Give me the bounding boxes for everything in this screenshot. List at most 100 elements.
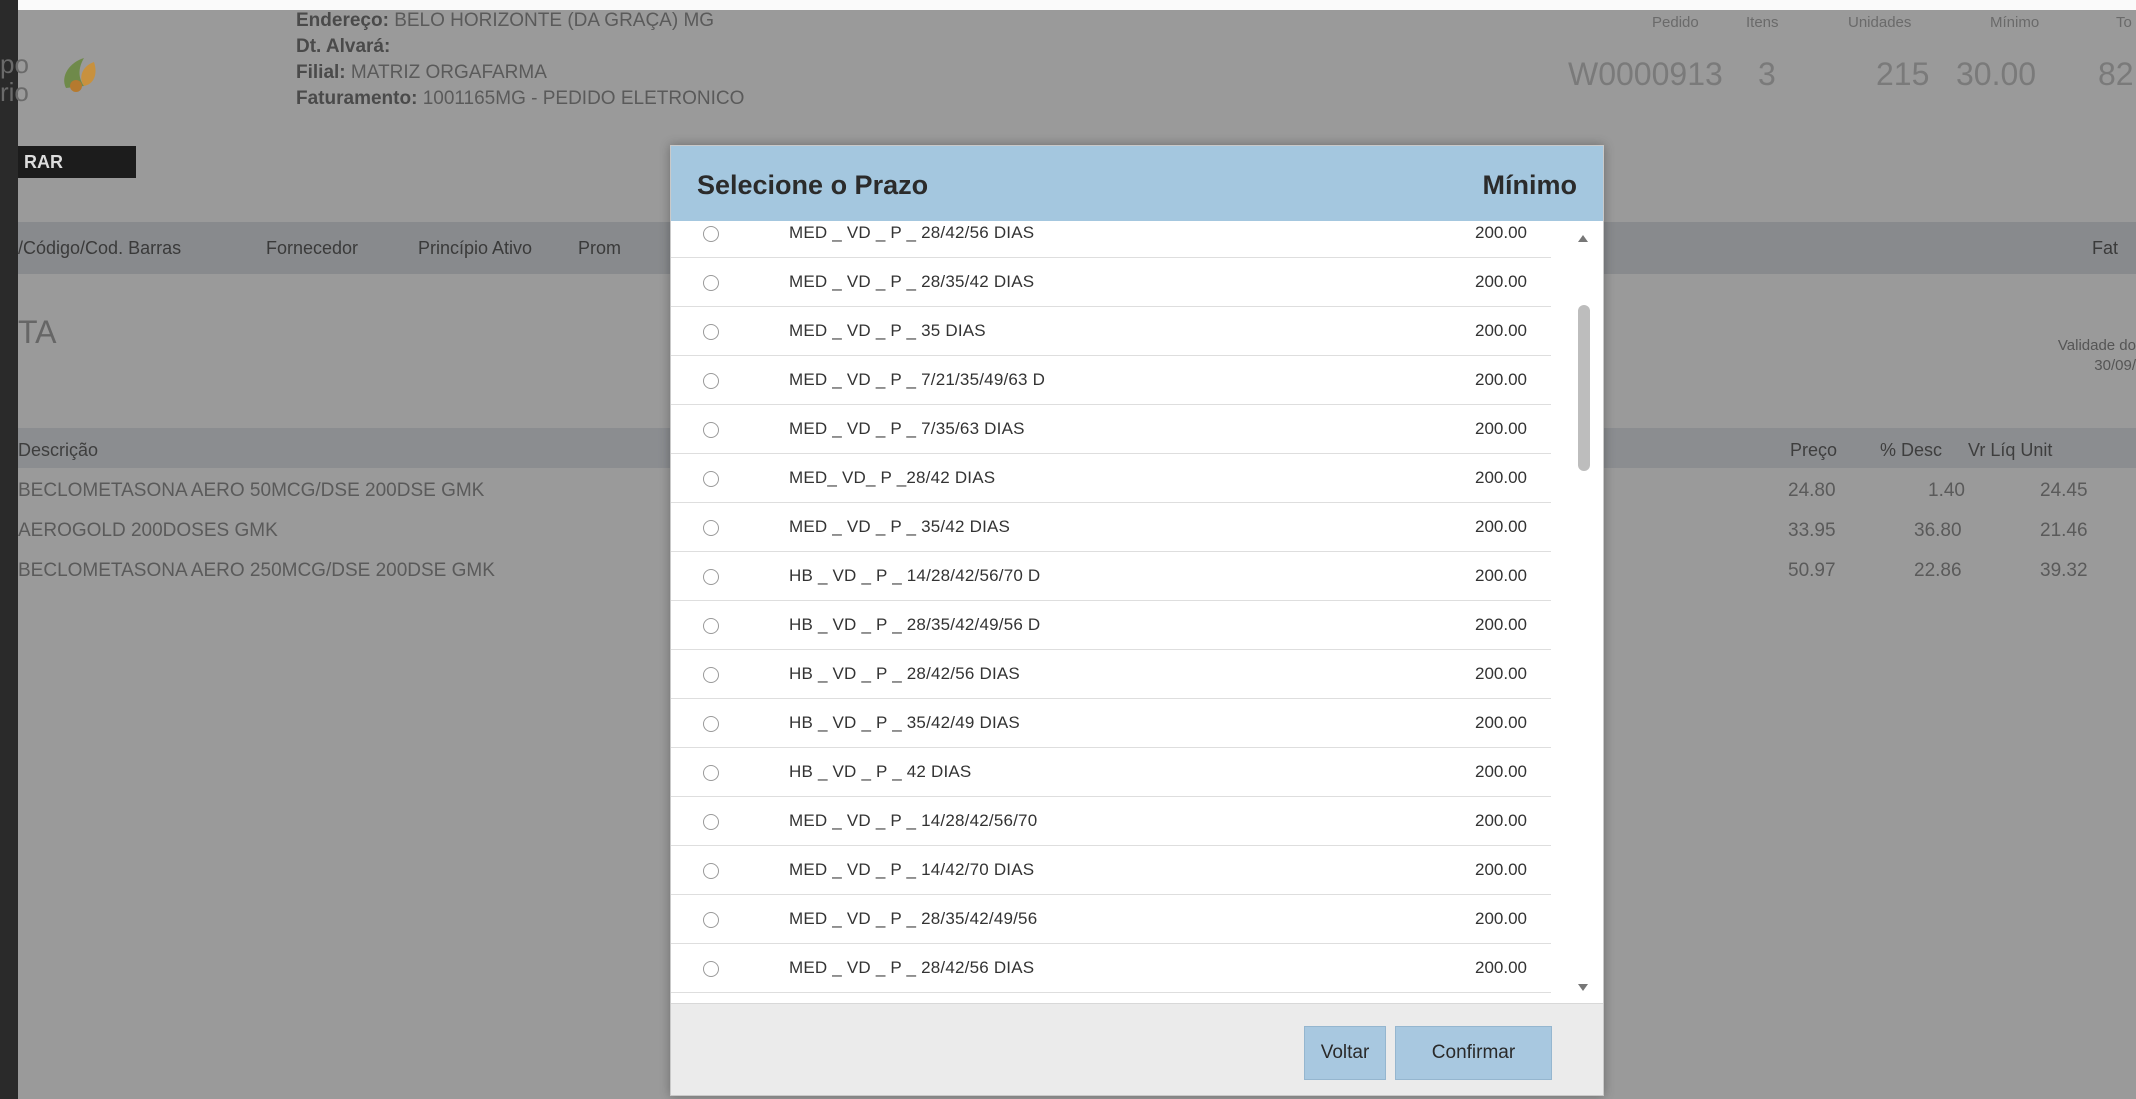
prazo-option-minimo: 200.00 [1475, 566, 1527, 585]
prazo-option[interactable]: HB _ VD _ P _ 28/35/42/49/56 D 200.00 [671, 601, 1551, 650]
summary-unidades: 215 [1876, 56, 1930, 92]
prazo-option[interactable]: MED _ VD _ P _ 35 DIAS 200.00 [671, 307, 1551, 356]
prazo-option-minimo: 200.00 [1475, 615, 1527, 634]
radio-button[interactable] [703, 618, 719, 634]
summary-header-itens: Itens [1746, 14, 1779, 31]
scrollbar[interactable] [1571, 221, 1599, 1003]
prazo-option-minimo: 200.00 [1475, 958, 1527, 977]
prazo-option-label: MED _ VD _ P _ 35 DIAS [789, 321, 986, 340]
radio-button[interactable] [703, 667, 719, 683]
voltar-button[interactable]: Voltar [1304, 1026, 1386, 1080]
summary-header-minimo: Mínimo [1990, 14, 2040, 31]
prazo-option[interactable]: HB _ VD _ P _ 28/42/56 DIAS 200.00 [671, 650, 1551, 699]
row-preco: 24.80 [1788, 480, 1836, 501]
endereco-label: Endereço: [296, 10, 389, 31]
modal-title: Selecione o Prazo [697, 170, 929, 200]
radio-button[interactable] [703, 569, 719, 585]
filial-line: Filial: MATRIZ ORGAFARMA [296, 60, 744, 86]
radio-button[interactable] [703, 373, 719, 389]
prazo-option-label: MED_ VD_ P _28/42 DIAS [789, 468, 996, 487]
row-desc: 22.86 [1914, 560, 1962, 581]
radio-button[interactable] [703, 324, 719, 340]
radio-button[interactable] [703, 471, 719, 487]
prazo-option[interactable]: MED _ VD _ P _ 14/42/70 DIAS 200.00 [671, 846, 1551, 895]
prazo-option-label: MED _ VD _ P _ 7/21/35/49/63 D [789, 370, 1046, 389]
radio-button[interactable] [703, 765, 719, 781]
filial-value: MATRIZ ORGAFARMA [350, 62, 547, 83]
prazo-option-label: MED _ VD _ P _ 28/42/56 DIAS [789, 958, 1035, 977]
validade-line2: 30/09/ [2094, 357, 2136, 374]
prazo-option[interactable]: HB _ VD _ P _ 35/42/49 DIAS 200.00 [671, 699, 1551, 748]
nav-faturamento[interactable]: Fat [2092, 238, 2118, 259]
prazo-option-label: HB _ VD _ P _ 35/42/49 DIAS [789, 713, 1020, 732]
prazo-option[interactable]: MED _ VD _ P _ 28/42/56 DIAS 200.00 [671, 944, 1551, 993]
radio-button[interactable] [703, 863, 719, 879]
radio-button[interactable] [703, 814, 719, 830]
confirmar-button[interactable]: Confirmar [1395, 1026, 1552, 1080]
prazo-option[interactable]: MED _ VD _ P _ 14/28/42/56/70 200.00 [671, 797, 1551, 846]
radio-button[interactable] [703, 422, 719, 438]
summary-header-unidades: Unidades [1848, 14, 1912, 31]
prazo-option-minimo: 200.00 [1475, 664, 1527, 683]
nav-fornecedor[interactable]: Fornecedor [266, 238, 358, 259]
summary-minimo: 30.00 [1956, 56, 2037, 92]
prazo-option-minimo: 200.00 [1475, 517, 1527, 536]
prazo-option-label: HB _ VD _ P _ 28/42/56 DIAS [789, 664, 1020, 683]
validade-label: Validade do 30/09/ [2058, 336, 2136, 376]
summary-itens: 3 [1758, 56, 1776, 92]
faturamento-line: Faturamento: 1001165MG - PEDIDO ELETRONI… [296, 86, 744, 112]
summary-header-total: To [2116, 14, 2132, 31]
radio-button[interactable] [703, 275, 719, 291]
row-preco: 33.95 [1788, 520, 1836, 541]
col-desc: % Desc [1880, 440, 1943, 460]
prazo-option[interactable]: MED _ VD _ P _ 28/35/42 DIAS 200.00 [671, 258, 1551, 307]
radio-button[interactable] [703, 961, 719, 977]
summary-pedido: W0000913 [1568, 56, 1723, 92]
prazo-option-label: MED _ VD _ P _ 14/42/70 DIAS [789, 860, 1035, 879]
prazo-option-minimo: 200.00 [1475, 370, 1527, 389]
comprar-button[interactable]: RAR [18, 146, 136, 178]
scroll-down-arrow-icon[interactable] [1578, 984, 1588, 991]
prazo-option[interactable]: HB _ VD _ P _ 42 DIAS 200.00 [671, 748, 1551, 797]
prazo-option[interactable]: MED _ VD _ P _ 21/28/35/42/49200.00 [671, 993, 1551, 1003]
faturamento-label: Faturamento: [296, 88, 418, 109]
scroll-thumb[interactable] [1578, 305, 1590, 471]
filial-label: Filial: [296, 62, 346, 83]
prazo-option[interactable]: MED _ VD _ P _ 7/21/35/49/63 D 200.00 [671, 356, 1551, 405]
prazo-option-minimo: 200.00 [1475, 762, 1527, 781]
col-vlr: Vr Líq Unit [1968, 440, 2053, 460]
prazo-option-label: MED _ VD _ P _ 7/35/63 DIAS [789, 419, 1025, 438]
prazo-option[interactable]: MED_ VD_ P _28/42 DIAS 200.00 [671, 454, 1551, 503]
prazo-list[interactable]: MED _ VD _ P _ 28/42/56 DIAS 200.00 MED _ … [671, 221, 1603, 1003]
logo-text: po rio [0, 50, 29, 106]
prazo-option[interactable]: MED _ VD _ P _ 7/35/63 DIAS 200.00 [671, 405, 1551, 454]
prazo-option-label: MED _ VD _ P _ 28/42/56 DIAS [789, 223, 1035, 242]
row-desc: 36.80 [1914, 520, 1962, 541]
row-vlr: 39.32 [2040, 560, 2088, 581]
validade-line1: Validade do [2057, 337, 2136, 354]
radio-button[interactable] [703, 520, 719, 536]
prazo-option[interactable]: MED _ VD _ P _ 35/42 DIAS 200.00 [671, 503, 1551, 552]
nav-codigo[interactable]: /Código/Cod. Barras [18, 238, 181, 259]
prazo-option-label: MED _ VD _ P _ 28/35/42/49/56 [789, 909, 1038, 928]
prazo-option[interactable]: HB _ VD _ P _ 14/28/42/56/70 D 200.00 [671, 552, 1551, 601]
prazo-option-label: MED _ VD _ P _ 14/28/42/56/70 [789, 811, 1038, 830]
col-descricao: Descrição [18, 440, 99, 460]
scroll-up-arrow-icon[interactable] [1578, 235, 1588, 242]
radio-button[interactable] [703, 912, 719, 928]
nav-promocoes[interactable]: Prom [578, 238, 621, 259]
row-descricao: BECLOMETASONA AERO 50MCG/DSE 200DSE GMK [18, 480, 485, 501]
prazo-option-label: HB _ VD _ P _ 42 DIAS [789, 762, 972, 781]
radio-button[interactable] [703, 716, 719, 732]
summary-header-pedido: Pedido [1652, 14, 1699, 31]
endereco-value: BELO HORIZONTE (DA GRAÇA) MG [394, 10, 715, 31]
prazo-option-minimo: 200.00 [1475, 811, 1527, 830]
prazo-option-minimo: 200.00 [1475, 468, 1527, 487]
alvara-label: Dt. Alvará: [296, 36, 391, 57]
prazo-option[interactable]: MED _ VD _ P _ 28/35/42/49/56 200.00 [671, 895, 1551, 944]
prazo-option[interactable]: MED _ VD _ P _ 28/42/56 DIAS 200.00 [671, 221, 1551, 258]
alvara-line: Dt. Alvará: [296, 34, 744, 60]
radio-button[interactable] [703, 226, 719, 242]
nav-principio-ativo[interactable]: Princípio Ativo [418, 238, 532, 259]
row-vlr: 21.46 [2040, 520, 2088, 541]
